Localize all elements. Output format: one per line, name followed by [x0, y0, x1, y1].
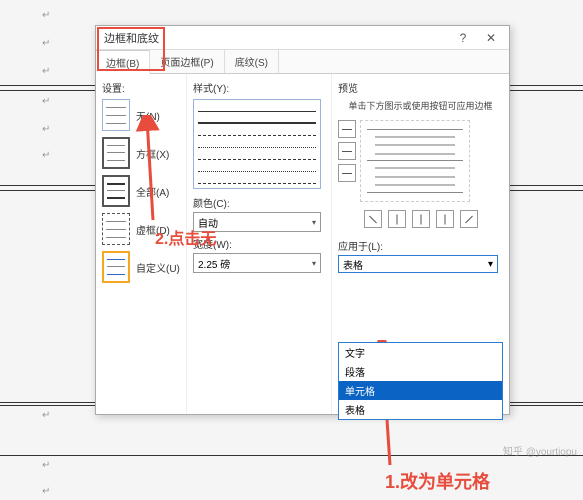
setting-grid[interactable]: 虚框(D): [102, 213, 180, 245]
preview-mid-h-border-button[interactable]: [338, 142, 356, 160]
apply-to-label: 应用于(L):: [338, 238, 503, 253]
color-label: 颜色(C):: [193, 195, 325, 210]
preview-top-border-button[interactable]: [338, 120, 356, 138]
apply-to-listbox: 文字 段落 单元格 表格: [338, 342, 503, 420]
preview-label: 预览: [338, 80, 503, 95]
setting-custom-icon: [102, 251, 130, 283]
watermark: 知乎 @yourtiopu: [503, 443, 577, 458]
style-column: 样式(Y): 颜色(C): 自动 ▾ 宽度(W): 2.25 磅 ▾: [186, 74, 331, 414]
setting-custom[interactable]: 自定义(U): [102, 251, 180, 283]
apply-option-paragraph[interactable]: 段落: [339, 362, 502, 381]
apply-option-cell[interactable]: 单元格: [339, 381, 502, 400]
dialog-title: 边框和底纹: [104, 30, 449, 46]
preview-box: [360, 120, 470, 202]
setting-box[interactable]: 方框(X): [102, 137, 180, 169]
setting-all[interactable]: 全部(A): [102, 175, 180, 207]
preview-diag2-button[interactable]: [460, 210, 478, 228]
chevron-down-icon: ▾: [312, 259, 316, 268]
preview-left-border-button[interactable]: [388, 210, 406, 228]
settings-label: 设置:: [102, 80, 180, 95]
preview-right-border-button[interactable]: [436, 210, 454, 228]
settings-column: 设置: 无(N) 方框(X) 全部(A) 虚框(D) 自定义(U): [96, 74, 186, 414]
setting-none-icon: [102, 99, 130, 131]
preview-bottom-border-button[interactable]: [338, 164, 356, 182]
style-listbox[interactable]: [193, 99, 321, 189]
color-dropdown[interactable]: 自动 ▾: [193, 212, 321, 232]
tab-shading[interactable]: 底纹(S): [225, 50, 279, 73]
close-button[interactable]: ✕: [477, 27, 505, 49]
tab-border[interactable]: 边框(B): [96, 50, 150, 74]
style-label: 样式(Y):: [193, 80, 325, 95]
preview-diag1-button[interactable]: [364, 210, 382, 228]
setting-grid-icon: [102, 213, 130, 245]
borders-shading-dialog: 边框和底纹 ? ✕ 边框(B) 页面边框(P) 底纹(S) 设置: 无(N) 方…: [95, 25, 510, 415]
help-button[interactable]: ?: [449, 27, 477, 49]
dialog-tabs: 边框(B) 页面边框(P) 底纹(S): [96, 50, 509, 74]
preview-column: 预览 单击下方图示或使用按钮可应用边框: [331, 74, 509, 414]
chevron-down-icon: ▾: [488, 259, 493, 270]
setting-none[interactable]: 无(N): [102, 99, 180, 131]
tab-page-border[interactable]: 页面边框(P): [150, 50, 224, 73]
apply-option-table[interactable]: 表格: [339, 400, 502, 419]
titlebar: 边框和底纹 ? ✕: [96, 26, 509, 50]
preview-mid-v-border-button[interactable]: [412, 210, 430, 228]
setting-box-icon: [102, 137, 130, 169]
width-dropdown[interactable]: 2.25 磅 ▾: [193, 253, 321, 273]
chevron-down-icon: ▾: [312, 218, 316, 227]
setting-all-icon: [102, 175, 130, 207]
apply-option-text[interactable]: 文字: [339, 343, 502, 362]
annotation-step1: 1.改为单元格: [385, 468, 490, 494]
apply-to-dropdown[interactable]: 表格 ▾: [338, 255, 498, 273]
width-label: 宽度(W):: [193, 236, 325, 251]
preview-hint: 单击下方图示或使用按钮可应用边框: [338, 99, 503, 112]
